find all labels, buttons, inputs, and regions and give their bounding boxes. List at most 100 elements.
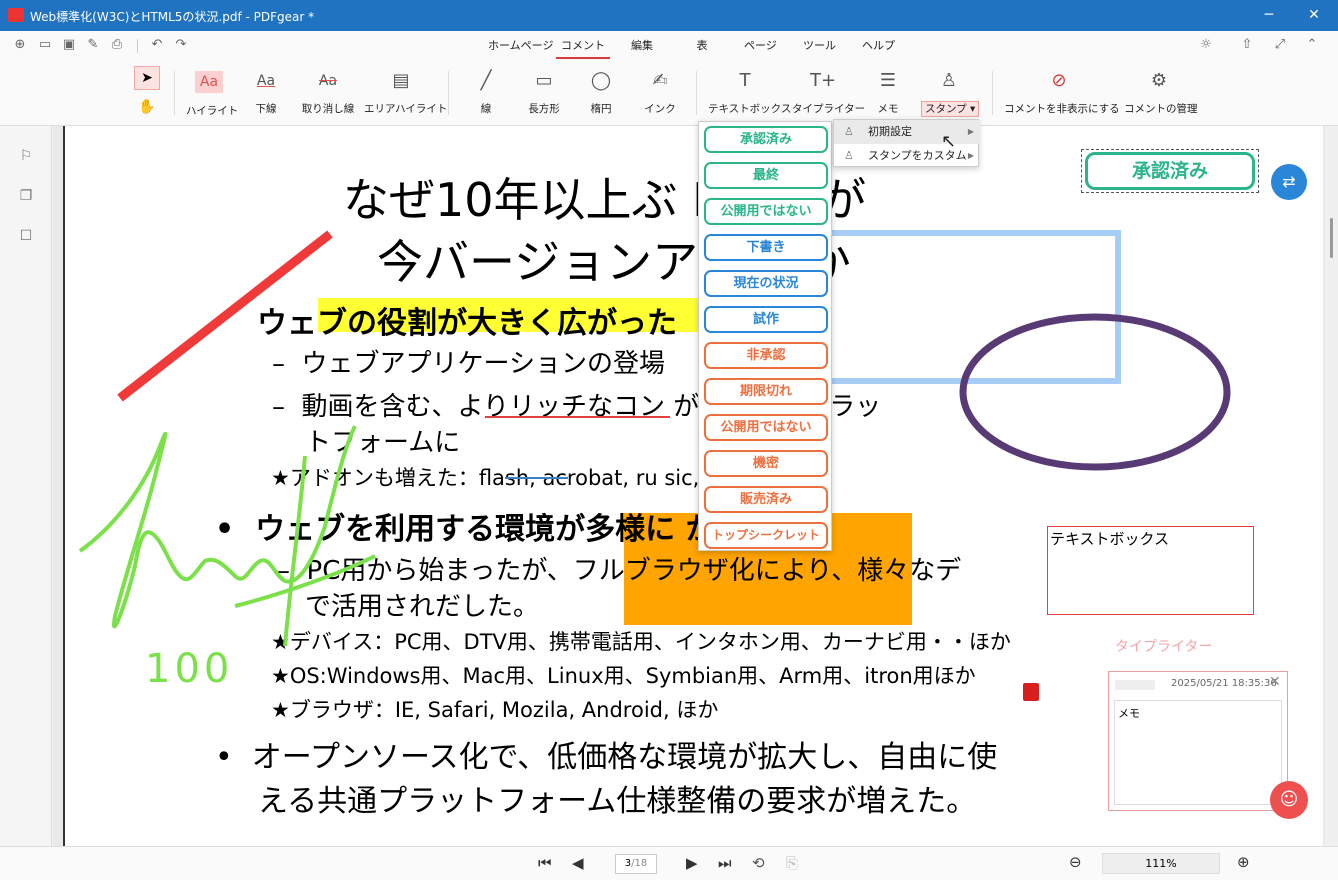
- area-highlight-tool[interactable]: ▤ エリアハイライト: [364, 67, 447, 116]
- hide-comments-label: コメントを非表示にする: [1004, 103, 1120, 115]
- line-annotation[interactable]: [105, 226, 345, 406]
- stamp-label: 期限切れ: [739, 384, 792, 399]
- stamp-label: 公開用ではない: [720, 204, 812, 219]
- stamp-label: 承認済み: [739, 132, 792, 147]
- stamp-option-approved[interactable]: 承認済み: [704, 126, 828, 153]
- ellipse-annotation[interactable]: [955, 311, 1235, 476]
- memo-icon: ☰: [879, 70, 897, 91]
- stamp-option-not-for-public-2[interactable]: 公開用ではない: [704, 414, 828, 441]
- memo-popup[interactable]: 2025/05/21 18:35:36 ✕ メモ: [1108, 671, 1288, 811]
- zoom-in-icon[interactable]: ⊕: [1237, 853, 1250, 871]
- underline-annotation[interactable]: [485, 416, 670, 418]
- tab-table[interactable]: 表: [692, 37, 712, 59]
- stamp-option-not-approved[interactable]: 非承認: [704, 342, 828, 369]
- memo-date: 2025/05/21 18:35:36: [1171, 678, 1277, 689]
- strikethrough-tool[interactable]: Aa 取り消し線: [300, 67, 356, 116]
- previous-page-icon[interactable]: ◀: [572, 854, 584, 872]
- stamp-option-confidential[interactable]: 機密: [704, 450, 828, 477]
- next-page-icon[interactable]: ▶: [686, 854, 698, 872]
- zoom-out-icon[interactable]: ⊖: [1069, 853, 1082, 871]
- memo-body[interactable]: メモ: [1114, 700, 1282, 805]
- comments-icon[interactable]: ☐: [18, 228, 34, 244]
- line-tool[interactable]: ╱ 線: [472, 67, 500, 116]
- stamp-option-current-status[interactable]: 現在の状況: [704, 270, 828, 297]
- typewriter-tool[interactable]: T+ タイプライター: [792, 67, 865, 116]
- submenu-item-default[interactable]: ♙ 初期設定 ▶: [834, 120, 980, 144]
- stamp-dropdown[interactable]: スタンプ ▾: [921, 101, 980, 117]
- memo-close-icon[interactable]: ✕: [1269, 674, 1281, 690]
- save-as-icon[interactable]: ✎: [85, 37, 101, 53]
- stamp-option-not-for-public[interactable]: 公開用ではない: [704, 198, 828, 225]
- stamp-selection[interactable]: 承認済み: [1081, 149, 1259, 193]
- stamp-option-draft[interactable]: 下書き: [704, 234, 828, 261]
- stamp-label: 試作: [752, 312, 779, 327]
- print-icon[interactable]: ⎙: [109, 37, 125, 53]
- memo-tool[interactable]: ☰ メモ: [874, 67, 902, 116]
- stamp-option-final[interactable]: 最終: [704, 162, 828, 189]
- translate-icon[interactable]: ⇄: [1271, 164, 1307, 200]
- tab-home[interactable]: ホームページ: [488, 37, 553, 59]
- textbox-tool[interactable]: T テキストボックス: [708, 67, 791, 116]
- stamp-option-prototype[interactable]: 試作: [704, 306, 828, 333]
- mouse-cursor-icon: ↖: [941, 131, 957, 152]
- open-folder-icon[interactable]: ▭: [37, 37, 53, 53]
- submenu-item-custom[interactable]: ♙ スタンプをカスタム ▶: [834, 144, 980, 168]
- tab-comment[interactable]: コメント: [556, 37, 610, 59]
- typewriter-icon: T+: [809, 70, 837, 91]
- textbox-annotation[interactable]: テキストボックス: [1047, 526, 1254, 615]
- stamp-label: 販売済み: [739, 492, 792, 507]
- page-number-input[interactable]: 3/18: [615, 854, 657, 874]
- manage-comments-tool[interactable]: ⚙ コメントの管理: [1124, 67, 1198, 116]
- collapse-icon[interactable]: ⌃: [1304, 37, 1320, 53]
- select-tool-icon[interactable]: ➤: [134, 66, 160, 90]
- save-icon[interactable]: ▣: [61, 37, 77, 53]
- rectangle-tool[interactable]: ▭ 長方形: [524, 67, 564, 116]
- stamp-label: トップシークレット: [711, 528, 820, 542]
- redo-icon[interactable]: ↷: [173, 37, 189, 53]
- hand-tool-icon[interactable]: ✋: [138, 99, 155, 115]
- strikethrough-annotation[interactable]: [505, 477, 568, 479]
- ink-annotation[interactable]: [75, 416, 405, 696]
- maximize-button[interactable]: [1245, 0, 1291, 31]
- new-file-icon[interactable]: ⊕: [12, 37, 28, 53]
- assistant-bot-icon[interactable]: ☺: [1270, 781, 1308, 819]
- textbox-label: テキストボックス: [708, 103, 792, 115]
- undo-icon[interactable]: ↶: [149, 37, 165, 53]
- stamp-option-expired[interactable]: 期限切れ: [704, 378, 828, 405]
- hide-comments-tool[interactable]: ⊘ コメントを非表示にする: [1004, 67, 1120, 116]
- ellipse-tool[interactable]: ◯ 楕円: [585, 67, 617, 116]
- tab-tools[interactable]: ツール: [803, 37, 836, 59]
- stamp-option-sold[interactable]: 販売済み: [704, 486, 828, 513]
- extract-page-icon[interactable]: ⎘: [786, 854, 798, 872]
- close-button[interactable]: ✕: [1291, 0, 1337, 31]
- scrollbar-thumb[interactable]: [1330, 218, 1333, 258]
- underline-tool[interactable]: Aa 下線: [250, 67, 282, 116]
- vertical-scrollbar[interactable]: [1325, 126, 1338, 846]
- settings-icon[interactable]: ☼: [1198, 37, 1214, 53]
- first-page-icon[interactable]: ⏮: [538, 854, 552, 872]
- ink-tool[interactable]: ✍ インク: [644, 67, 676, 116]
- share-icon[interactable]: ⇧: [1239, 37, 1255, 53]
- placed-stamp-approved[interactable]: 承認済み: [1085, 152, 1255, 190]
- pages-icon[interactable]: ❐: [18, 188, 34, 204]
- zoom-level[interactable]: 111%: [1102, 853, 1220, 874]
- stamp-option-top-secret[interactable]: トップシークレット: [704, 522, 828, 549]
- line-icon: ╱: [480, 70, 492, 91]
- chevron-right-icon: ▶: [967, 127, 974, 136]
- stamp-tool[interactable]: ♙ スタンプ ▾: [921, 67, 980, 117]
- highlight-tool[interactable]: Aa ハイライト: [186, 67, 238, 118]
- tab-help[interactable]: ヘルプ: [862, 37, 895, 59]
- textbox-icon: T: [739, 70, 751, 91]
- divider: [137, 39, 138, 53]
- typewriter-annotation[interactable]: タイプライター: [1115, 636, 1212, 656]
- stamp-label: 非承認: [746, 348, 786, 363]
- fullscreen-icon[interactable]: ⤢: [1272, 37, 1288, 53]
- strikethrough-label: 取り消し線: [301, 103, 355, 115]
- tab-edit[interactable]: 編集: [626, 37, 658, 59]
- last-page-icon[interactable]: ⏭: [718, 854, 732, 872]
- tab-page[interactable]: ページ: [744, 37, 777, 59]
- area-highlight-label: エリアハイライト: [364, 103, 448, 115]
- rotate-page-icon[interactable]: ⟲: [752, 854, 765, 872]
- memo-note-icon[interactable]: [1023, 683, 1039, 701]
- bookmark-icon[interactable]: ⚐: [18, 148, 34, 164]
